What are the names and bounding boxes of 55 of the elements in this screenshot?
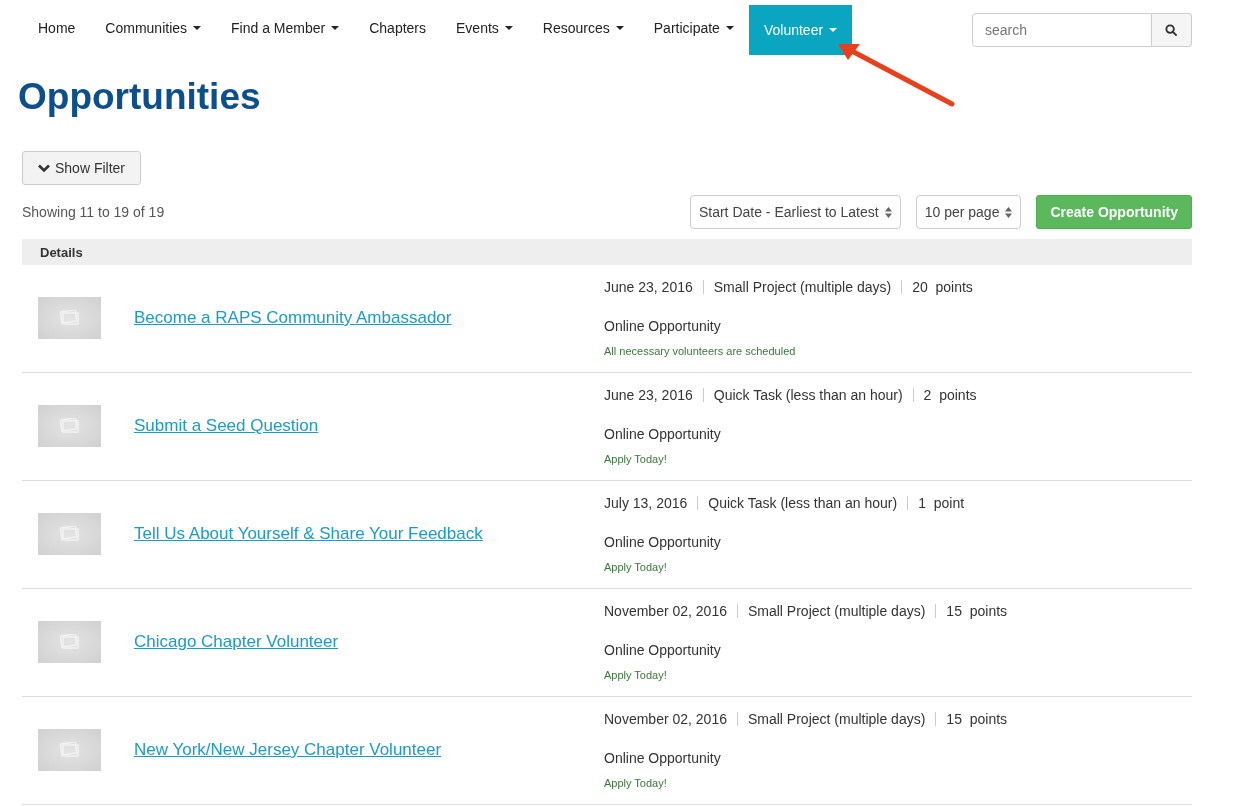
opportunity-status: Apply Today!	[604, 777, 668, 789]
opportunity-status: Apply Today!	[604, 669, 668, 681]
opportunity-status: Apply Today!	[604, 453, 668, 465]
nav-link[interactable]: Events	[441, 5, 528, 60]
nav-link[interactable]: Participate	[638, 5, 749, 60]
search-icon	[1165, 23, 1178, 37]
opportunity-location: Online Opportunity	[604, 642, 722, 658]
opportunity-date: July 13, 2016	[604, 494, 688, 511]
image-placeholder	[38, 297, 101, 339]
opportunity-points: 2 points	[923, 386, 977, 403]
opportunity-points: 15 points	[946, 602, 1008, 619]
opportunity-date: November 02, 2016	[604, 710, 727, 727]
caret-icon	[725, 25, 734, 30]
up-down-icon	[884, 206, 892, 218]
opportunity-date: November 02, 2016	[604, 602, 727, 619]
opportunity-status: Apply Today!	[604, 561, 668, 573]
image-placeholder	[38, 513, 101, 555]
caret-icon	[615, 25, 624, 30]
caret-icon	[829, 28, 838, 32]
nav-link[interactable]: Home	[23, 5, 91, 60]
opportunity-date: June 23, 2016	[604, 386, 693, 403]
image-placeholder	[38, 621, 101, 663]
opportunity-points: 15 points	[946, 710, 1008, 727]
caret-icon	[193, 25, 202, 30]
nav-link[interactable]: Resources	[527, 5, 639, 60]
caret-icon	[331, 25, 340, 30]
chevron-down-icon	[38, 163, 50, 173]
opportunity-date: June 23, 2016	[604, 278, 693, 295]
nav-link[interactable]: Find a Member	[216, 5, 355, 60]
opportunity-type: Quick Task (less than an hour)	[708, 494, 898, 511]
caret-icon	[504, 25, 513, 30]
opportunity-location: Online Opportunity	[604, 318, 722, 334]
table-header: Details	[22, 239, 1192, 265]
search-button[interactable]	[1152, 13, 1192, 47]
page-title: Opportunities	[18, 76, 261, 118]
opportunity-location: Online Opportunity	[604, 534, 722, 550]
results-count: Showing 11 to 19 of 19	[22, 204, 165, 220]
opportunity-status: All necessary volunteers are scheduled	[604, 345, 797, 357]
sort-select[interactable]: Start Date - Earliest to Latest	[689, 195, 901, 229]
opportunity-type: Small Project (multiple days)	[747, 710, 926, 727]
per-page-select[interactable]: 10 per page	[915, 195, 1022, 229]
opportunity-location: Online Opportunity	[604, 426, 722, 442]
image-placeholder	[38, 405, 101, 447]
opportunity-points: 1 point	[918, 494, 965, 511]
up-down-icon	[1005, 206, 1013, 218]
opportunity-points: 20 points	[912, 278, 973, 295]
opportunity-type: Small Project (multiple days)	[747, 602, 926, 619]
opportunity-location: Online Opportunity	[604, 750, 722, 766]
image-placeholder	[38, 729, 101, 771]
opportunity-type: Small Project (multiple days)	[713, 278, 892, 295]
search-field[interactable]: search	[972, 13, 1152, 47]
show-filter-button[interactable]: Show Filter	[22, 151, 142, 185]
nav-link[interactable]: Chapters	[354, 5, 442, 60]
nav-link[interactable]: Communities	[90, 5, 217, 60]
opportunity-type: Quick Task (less than an hour)	[713, 386, 903, 403]
